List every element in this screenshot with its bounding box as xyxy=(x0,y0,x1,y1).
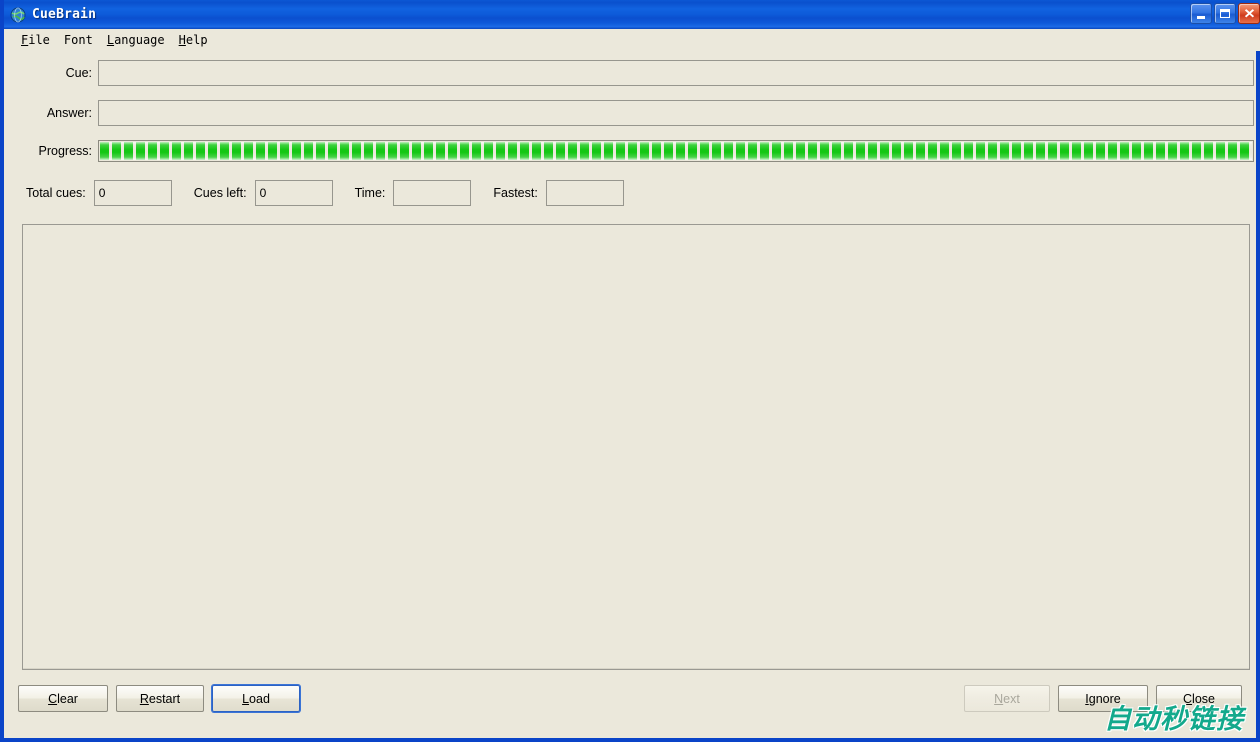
window-title: CueBrain xyxy=(32,7,97,22)
time-label: Time: xyxy=(354,186,386,200)
next-button: Next xyxy=(964,685,1050,712)
total-cues-label: Total cues: xyxy=(26,186,86,200)
globe-icon xyxy=(10,7,26,23)
total-cues-input[interactable]: 0 xyxy=(93,180,172,206)
application-window: CueBrain ✕ File Font Language Help Cue: … xyxy=(0,0,1260,742)
progress-bar-fill xyxy=(100,142,1252,160)
cue-row: Cue: xyxy=(8,60,1254,86)
menu-item-font[interactable]: Font xyxy=(57,31,100,49)
menu-item-help[interactable]: Help xyxy=(172,31,215,49)
maximize-icon xyxy=(1220,9,1230,18)
fastest-label: Fastest: xyxy=(493,186,538,200)
menu-item-language[interactable]: Language xyxy=(100,31,172,49)
cue-input[interactable] xyxy=(98,60,1254,86)
cues-left-input[interactable]: 0 xyxy=(254,180,333,206)
answer-input[interactable] xyxy=(98,100,1254,126)
menu-bar: File Font Language Help xyxy=(8,29,1260,51)
close-icon: ✕ xyxy=(1243,6,1255,21)
clear-button[interactable]: Clear xyxy=(18,685,108,712)
left-button-bar: Clear Restart Load xyxy=(18,685,300,712)
minimize-icon xyxy=(1197,15,1205,19)
maximize-button[interactable] xyxy=(1214,3,1236,24)
menu-item-file[interactable]: File xyxy=(14,31,57,49)
log-textarea[interactable] xyxy=(22,224,1250,670)
cue-label: Cue: xyxy=(65,66,92,80)
close-button[interactable]: Close xyxy=(1156,685,1242,712)
right-button-bar: Next Ignore Close xyxy=(964,685,1242,712)
title-bar: CueBrain ✕ xyxy=(4,0,1260,29)
fastest-input[interactable] xyxy=(545,180,624,206)
load-button[interactable]: Load xyxy=(212,685,300,712)
close-window-button[interactable]: ✕ xyxy=(1238,3,1260,24)
progress-bar xyxy=(98,140,1254,162)
progress-row: Progress: xyxy=(8,140,1254,162)
answer-row: Answer: xyxy=(8,100,1254,126)
cues-left-label: Cues left: xyxy=(193,186,247,200)
restart-button[interactable]: Restart xyxy=(116,685,204,712)
stats-row: Total cues: 0 Cues left: 0 Time: Fastest… xyxy=(8,180,624,206)
time-input[interactable] xyxy=(393,180,472,206)
answer-label: Answer: xyxy=(46,106,92,120)
window-controls: ✕ xyxy=(1190,3,1260,24)
minimize-button[interactable] xyxy=(1190,3,1212,24)
ignore-button[interactable]: Ignore xyxy=(1058,685,1148,712)
progress-label: Progress: xyxy=(38,144,93,158)
